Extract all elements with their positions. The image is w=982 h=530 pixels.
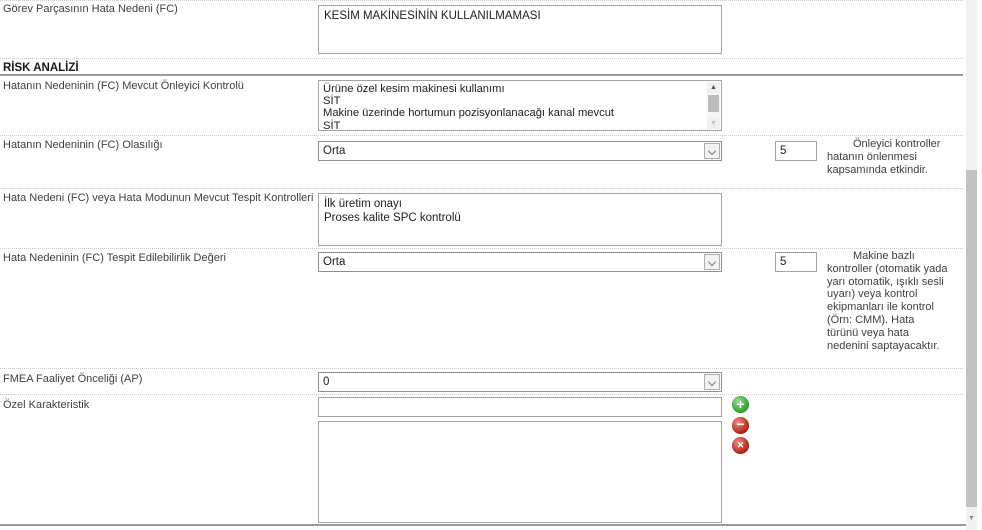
fmea-ap-selected-value: 0 [323, 376, 330, 388]
tespit-degeri-score-input[interactable] [775, 252, 817, 272]
tespit-kontrolleri-textarea[interactable]: İlk üretim onayı Proses kalite SPC kontr… [318, 193, 722, 246]
listbox-item[interactable]: SİT [319, 95, 706, 107]
remove-button[interactable]: − [732, 417, 749, 434]
delete-button[interactable]: ✕ [732, 437, 749, 454]
x-icon: ✕ [736, 440, 745, 450]
scroll-down-icon[interactable]: ▼ [966, 511, 977, 527]
label-olasilik: Hatanın Nedeninin (FC) Olasılığı [3, 139, 163, 151]
add-button[interactable]: + [732, 396, 749, 413]
separator [0, 58, 963, 59]
listbox-scrollbar[interactable]: ▲ ▼ [707, 82, 720, 129]
olasilik-select[interactable]: Orta [318, 141, 722, 161]
label-tespit-kontrolleri: Hata Nedeni (FC) veya Hata Modunun Mevcu… [3, 192, 314, 204]
bottom-frame-edge [0, 524, 966, 526]
scroll-down-icon[interactable]: ▼ [707, 118, 720, 129]
minus-icon: − [736, 416, 745, 432]
separator [0, 0, 963, 1]
separator [0, 135, 963, 136]
risk-analizi-section-title: RİSK ANALİZİ [3, 62, 79, 74]
ozel-karakteristik-listbox[interactable] [318, 421, 722, 523]
chevron-down-icon[interactable] [704, 374, 720, 390]
label-fmea-ap: FMEA Faaliyet Önceliği (AP) [3, 373, 143, 385]
label-gorev-hata-nedeni: Görev Parçasının Hata Nedeni (FC) [3, 3, 178, 15]
section-rule [0, 74, 963, 76]
olasilik-selected-value: Orta [323, 145, 346, 157]
listbox-item[interactable]: Ürüne özel kesim makinesi kullanımı [319, 83, 706, 95]
ozel-karakteristik-input[interactable] [318, 397, 722, 417]
listbox-item[interactable]: Makine üzerinde hortumun pozisyonlanacağ… [319, 107, 706, 119]
plus-icon: + [736, 396, 745, 412]
scroll-up-icon[interactable]: ▲ [707, 82, 720, 93]
label-ozel-karakteristik: Özel Karakteristik [3, 399, 90, 411]
listbox-scrollbar-thumb[interactable] [708, 95, 719, 112]
olasilik-score-input[interactable] [775, 141, 817, 161]
chevron-down-icon[interactable] [704, 143, 720, 159]
listbox-item[interactable]: SİT [319, 120, 706, 130]
separator [0, 188, 963, 189]
chevron-down-icon[interactable] [704, 254, 720, 270]
tespit-degeri-selected-value: Orta [323, 256, 346, 268]
olasilik-note: Önleyici kontroller hatanın önlenmesi ka… [827, 138, 941, 176]
gorev-hata-nedeni-textarea[interactable]: KESİM MAKİNESİNİN KULLANILMAMASI [318, 5, 722, 54]
vertical-scrollbar-thumb[interactable] [966, 170, 977, 507]
separator [0, 248, 963, 249]
label-tespit-degeri: Hata Nedeninin (FC) Tespit Edilebilirlik… [3, 252, 226, 264]
fmea-ap-select[interactable]: 0 [318, 372, 722, 392]
label-onleyici-kontrol: Hatanın Nedeninin (FC) Mevcut Önleyici K… [3, 80, 244, 92]
onleyici-kontrol-listbox[interactable]: Ürüne özel kesim makinesi kullanımı SİT … [318, 80, 722, 131]
tespit-degeri-select[interactable]: Orta [318, 252, 722, 272]
separator [0, 394, 963, 395]
separator [0, 368, 963, 369]
tespit-degeri-note: Makine bazlı kontroller (otomatik yada y… [827, 250, 948, 352]
